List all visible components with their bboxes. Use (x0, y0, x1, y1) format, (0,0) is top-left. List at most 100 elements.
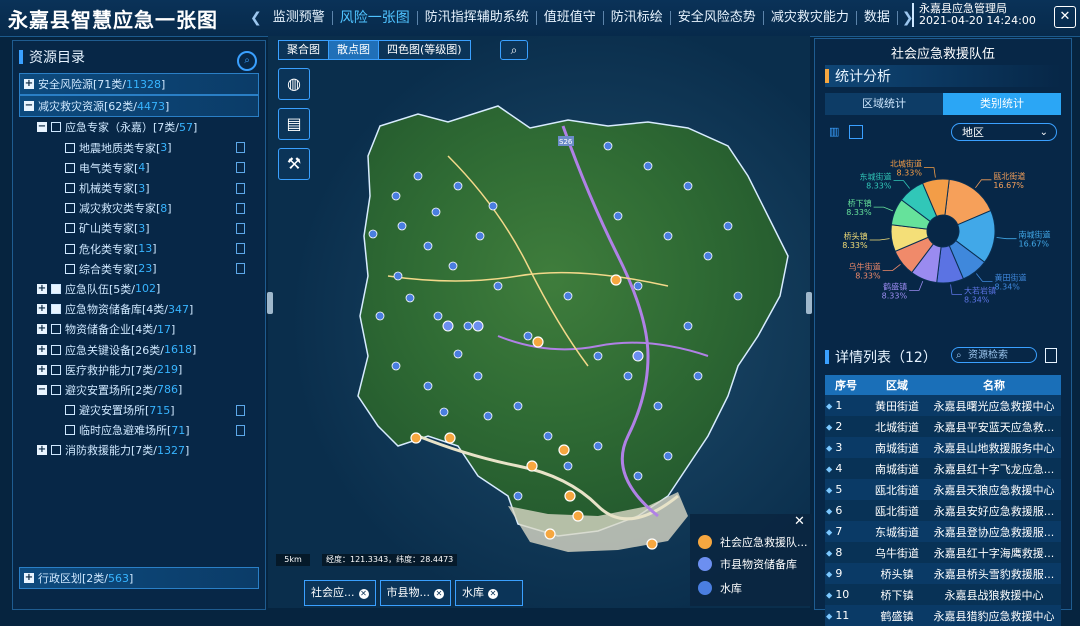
checkbox[interactable] (51, 122, 61, 133)
tree-node[interactable]: + 安全风险源[71类/11328] (19, 73, 259, 96)
tools-button[interactable]: ⚒ (278, 148, 310, 180)
nav-item-monitoring[interactable]: 监测预警 (266, 11, 333, 25)
table-row[interactable]: ⬥ 10 桥下镇 永嘉县战狼救援中心 (825, 584, 1061, 605)
document-icon[interactable] (236, 263, 245, 275)
location-pin-icon[interactable]: ⬥ (826, 591, 832, 601)
tree-node[interactable]: 机械类专家[3] (13, 178, 265, 198)
checkbox[interactable] (51, 324, 61, 335)
location-pin-icon[interactable]: ⬥ (826, 612, 832, 622)
document-icon[interactable] (236, 222, 245, 234)
export-icon[interactable] (1045, 348, 1057, 363)
tree-node[interactable]: 避灾安置场所[715] (13, 400, 265, 420)
location-pin-icon[interactable]: ⬥ (826, 423, 832, 433)
location-pin-icon[interactable]: ⬥ (826, 528, 832, 538)
map-search-button[interactable]: ⌕ (500, 40, 528, 60)
right-panel-collapse-handle[interactable] (806, 292, 812, 314)
expand-icon[interactable]: + (37, 283, 47, 294)
nav-item-safety-risk[interactable]: 安全风险态势 (671, 11, 764, 25)
nav-item-flood-plot[interactable]: 防汛标绘 (604, 11, 671, 25)
close-icon[interactable]: ✕ (1054, 6, 1076, 28)
checkbox[interactable] (65, 405, 75, 416)
nav-item-duty[interactable]: 值班值守 (537, 11, 604, 25)
nav-prev-arrow[interactable]: ❮ (246, 10, 266, 26)
checkbox[interactable] (51, 304, 61, 315)
checkbox[interactable] (65, 183, 75, 194)
table-row[interactable]: ⬥ 6 瓯北街道 永嘉县安好应急救援服... (825, 500, 1061, 521)
collapse-icon[interactable]: − (24, 101, 34, 112)
tree-node[interactable]: + 消防救援能力[7类/1327] (13, 440, 265, 460)
chip-close-icon[interactable]: ✕ (434, 589, 444, 599)
expand-icon[interactable]: + (37, 344, 47, 355)
tree-node[interactable]: − 避灾安置场所[2类/786] (13, 380, 265, 400)
location-pin-icon[interactable]: ⬥ (826, 465, 832, 475)
tab-cluster[interactable]: 聚合图 (278, 40, 329, 60)
table-row[interactable]: ⬥ 4 南城街道 永嘉县红十字飞龙应急... (825, 458, 1061, 479)
checkbox[interactable] (51, 445, 61, 456)
checkbox[interactable] (65, 425, 75, 436)
tree-node[interactable]: 危化类专家[13] (13, 239, 265, 259)
chip-team[interactable]: 社会应... ✕ (304, 580, 376, 606)
checkbox[interactable] (51, 344, 61, 355)
location-pin-icon[interactable]: ⬥ (826, 549, 832, 559)
checkbox[interactable] (51, 384, 61, 395)
location-pin-icon[interactable]: ⬥ (826, 444, 832, 454)
document-icon[interactable] (236, 202, 245, 214)
tab-region-stats[interactable]: 区域统计 (825, 93, 943, 115)
document-icon[interactable] (236, 142, 245, 154)
table-row[interactable]: ⬥ 8 乌牛街道 永嘉县红十字海鹰救援... (825, 542, 1061, 563)
checkbox[interactable] (65, 263, 75, 274)
region-select[interactable]: 地区 ⌄ (951, 123, 1057, 141)
nav-item-flood-command[interactable]: 防汛指挥辅助系统 (418, 11, 537, 25)
table-row[interactable]: ⬥ 3 南城街道 永嘉县山地救援服务中心 (825, 437, 1061, 458)
nav-item-risk-map[interactable]: 风险一张图 (333, 11, 418, 25)
table-icon[interactable] (849, 125, 863, 139)
chip-close-icon[interactable]: ✕ (488, 589, 498, 599)
globe-button[interactable]: ◍ (278, 68, 310, 100)
collapse-icon[interactable]: − (37, 122, 47, 133)
checkbox[interactable] (51, 364, 61, 375)
chip-reservoir[interactable]: 水库 ✕ (455, 580, 523, 606)
table-row[interactable]: ⬥ 9 桥头镇 永嘉县桥头雪豹救援服... (825, 563, 1061, 584)
chip-warehouse[interactable]: 市县物... ✕ (379, 580, 451, 606)
document-icon[interactable] (236, 182, 245, 194)
tree-node[interactable]: 地震地质类专家[3] (13, 138, 265, 158)
table-row[interactable]: ⬥ 2 北城街道 永嘉县平安蓝天应急救... (825, 416, 1061, 437)
nav-item-disaster-relief[interactable]: 减灾救灾能力 (764, 11, 857, 25)
collapse-icon[interactable]: − (37, 384, 47, 395)
document-icon[interactable] (236, 424, 245, 436)
tree-node[interactable]: 电气类专家[4] (13, 158, 265, 178)
expand-icon[interactable]: + (37, 304, 47, 315)
checkbox[interactable] (65, 243, 75, 254)
bar-chart-icon[interactable]: ▥ (829, 125, 843, 138)
checkbox[interactable] (51, 283, 61, 294)
nav-item-data[interactable]: 数据 (857, 11, 898, 25)
expand-icon[interactable]: + (37, 364, 47, 375)
expand-icon[interactable]: + (37, 445, 47, 456)
checkbox[interactable] (65, 162, 75, 173)
tree-node[interactable]: − 应急专家（永嘉）[7类/57] (13, 117, 265, 137)
table-row[interactable]: ⬥ 5 瓯北街道 永嘉县天狼应急救援中心 (825, 479, 1061, 500)
expand-icon[interactable]: + (24, 573, 34, 584)
tree-node[interactable]: + 医疗救护能力[7类/219] (13, 360, 265, 380)
tree-node-admin[interactable]: + 行政区划[2类/563] (19, 567, 259, 590)
tree-node[interactable]: 临时应急避难场所[71] (13, 420, 265, 440)
location-pin-icon[interactable]: ⬥ (826, 486, 832, 496)
expand-icon[interactable]: + (37, 324, 47, 335)
tree-node[interactable]: 矿山类专家[3] (13, 218, 265, 238)
expand-icon[interactable]: + (24, 79, 34, 90)
table-row[interactable]: ⬥ 1 黄田街道 永嘉县曙光应急救援中心 (825, 395, 1061, 416)
tree-node[interactable]: + 应急关键设备[26类/1618] (13, 339, 265, 359)
checkbox[interactable] (65, 142, 75, 153)
tab-category-stats[interactable]: 类别统计 (943, 93, 1061, 115)
tree-node[interactable]: + 应急队伍[5类/102] (13, 279, 265, 299)
search-icon[interactable]: ⌕ (237, 51, 257, 71)
resource-search-input[interactable]: ⌕ 资源检索 (951, 347, 1037, 363)
checkbox[interactable] (65, 203, 75, 214)
layers-button[interactable]: ▤ (278, 108, 310, 140)
chip-close-icon[interactable]: ✕ (358, 589, 369, 599)
tree-node[interactable]: 综合类专家[23] (13, 259, 265, 279)
tree-node[interactable]: + 物资储备企业[4类/17] (13, 319, 265, 339)
tab-four-color[interactable]: 四色图(等级图) (378, 40, 471, 60)
legend-close-icon[interactable]: ✕ (794, 514, 805, 529)
location-pin-icon[interactable]: ⬥ (826, 570, 832, 580)
